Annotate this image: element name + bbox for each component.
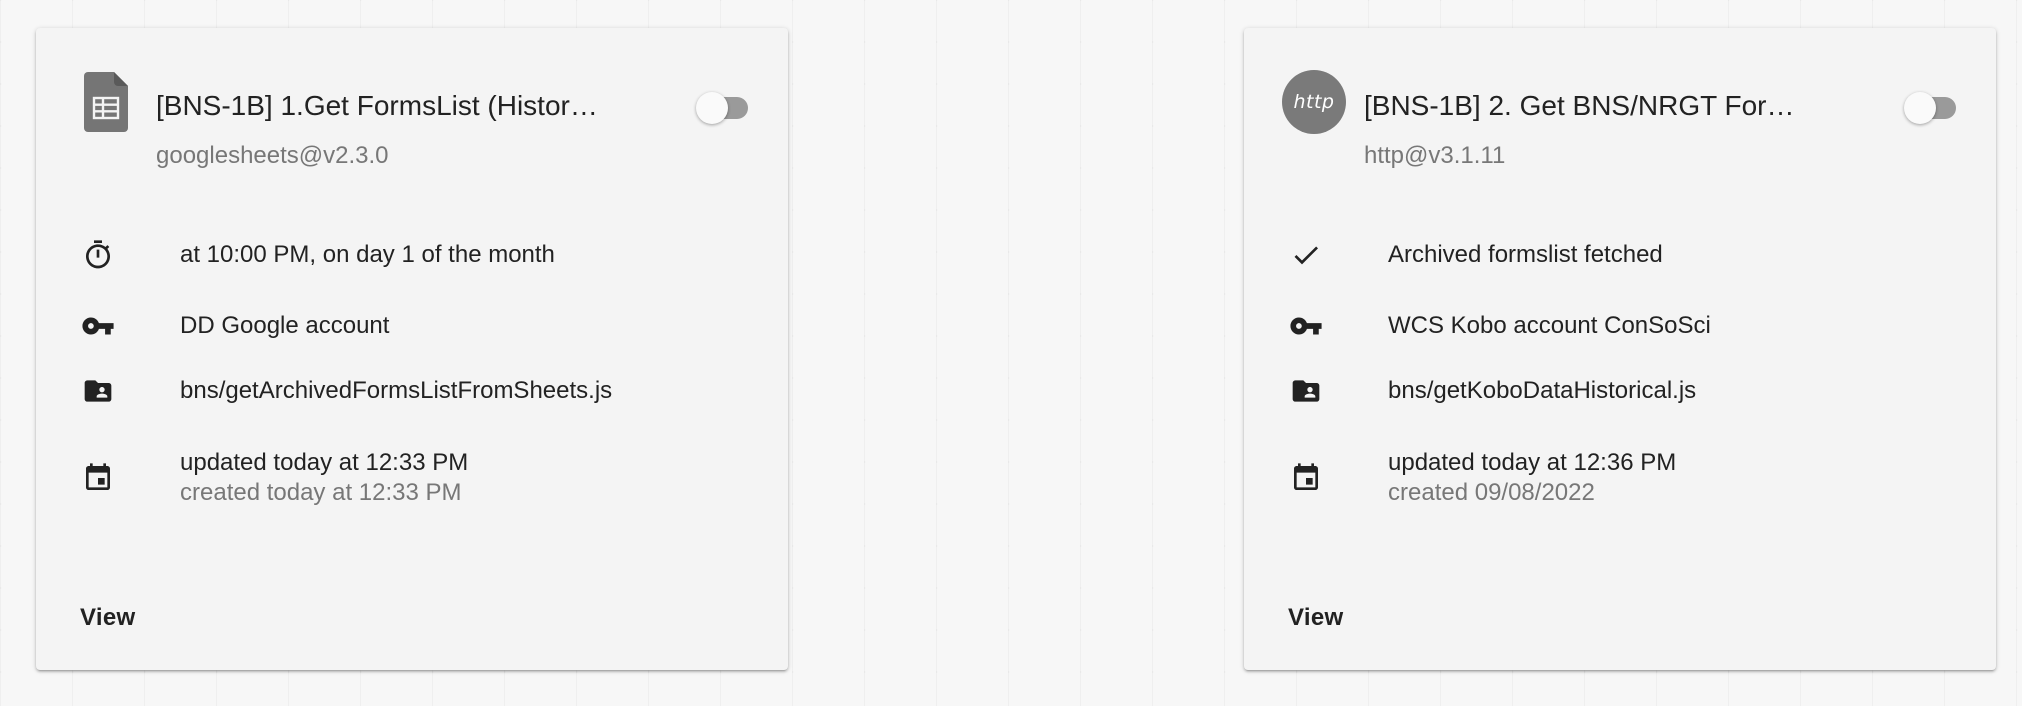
http-icon: http — [1282, 70, 1346, 134]
account-text: WCS Kobo account ConSoSci — [1388, 312, 1711, 339]
calendar-icon — [80, 460, 116, 496]
trigger-row: Archived formslist fetched — [1244, 230, 1996, 280]
card-title: [BNS-1B] 1.Get FormsList (Historical) — [156, 90, 601, 121]
card-title: [BNS-1B] 2. Get BNS/NRGT Forms (Hi... — [1364, 90, 1809, 121]
timer-icon — [80, 237, 116, 273]
created-text: created 09/08/2022 — [1388, 479, 1595, 506]
timestamps: updated today at 12:36 PM created 09/08/… — [1388, 448, 1676, 508]
card-subtitle: http@v3.1.11 — [1364, 142, 1506, 169]
account-row: WCS Kobo account ConSoSci — [1244, 301, 1996, 351]
folder-shared-icon — [80, 373, 116, 409]
check-icon — [1288, 237, 1324, 273]
card-subtitle: googlesheets@v2.3.0 — [156, 142, 389, 169]
updated-text: updated today at 12:36 PM — [1388, 449, 1677, 476]
created-text: created today at 12:33 PM — [180, 479, 462, 506]
calendar-icon — [1288, 460, 1324, 496]
script-row: bns/getArchivedFormsListFromSheets.js — [36, 366, 788, 416]
account-row: DD Google account — [36, 301, 788, 351]
enable-toggle[interactable] — [696, 92, 752, 126]
view-button[interactable]: View — [1288, 600, 1343, 636]
toggle-thumb — [1904, 92, 1936, 124]
http-icon-text: http — [1282, 70, 1346, 134]
card-header: [BNS-1B] 1.Get FormsList (Historical) go… — [36, 28, 788, 169]
script-row: bns/getKoboDataHistorical.js — [1244, 366, 1996, 416]
timestamps-row: updated today at 12:33 PM created today … — [36, 438, 788, 518]
script-path: bns/getArchivedFormsListFromSheets.js — [180, 377, 613, 404]
card-header: http [BNS-1B] 2. Get BNS/NRGT Forms (Hi.… — [1244, 28, 1996, 169]
job-card: http [BNS-1B] 2. Get BNS/NRGT Forms (Hi.… — [1244, 28, 1996, 670]
toggle-thumb — [696, 92, 728, 124]
schedule-row: at 10:00 PM, on day 1 of the month — [36, 230, 788, 280]
account-text: DD Google account — [180, 312, 390, 339]
updated-text: updated today at 12:33 PM — [180, 449, 469, 476]
enable-toggle[interactable] — [1904, 92, 1960, 126]
timestamps-row: updated today at 12:36 PM created 09/08/… — [1244, 438, 1996, 518]
job-card: [BNS-1B] 1.Get FormsList (Historical) go… — [36, 28, 788, 670]
timestamps: updated today at 12:33 PM created today … — [180, 448, 468, 508]
key-icon — [80, 308, 116, 344]
trigger-text: Archived formslist fetched — [1388, 241, 1663, 268]
folder-shared-icon — [1288, 373, 1324, 409]
view-button[interactable]: View — [80, 600, 135, 636]
script-path: bns/getKoboDataHistorical.js — [1388, 377, 1697, 404]
key-icon — [1288, 308, 1324, 344]
schedule-text: at 10:00 PM, on day 1 of the month — [180, 241, 555, 268]
google-sheets-icon — [74, 70, 138, 134]
